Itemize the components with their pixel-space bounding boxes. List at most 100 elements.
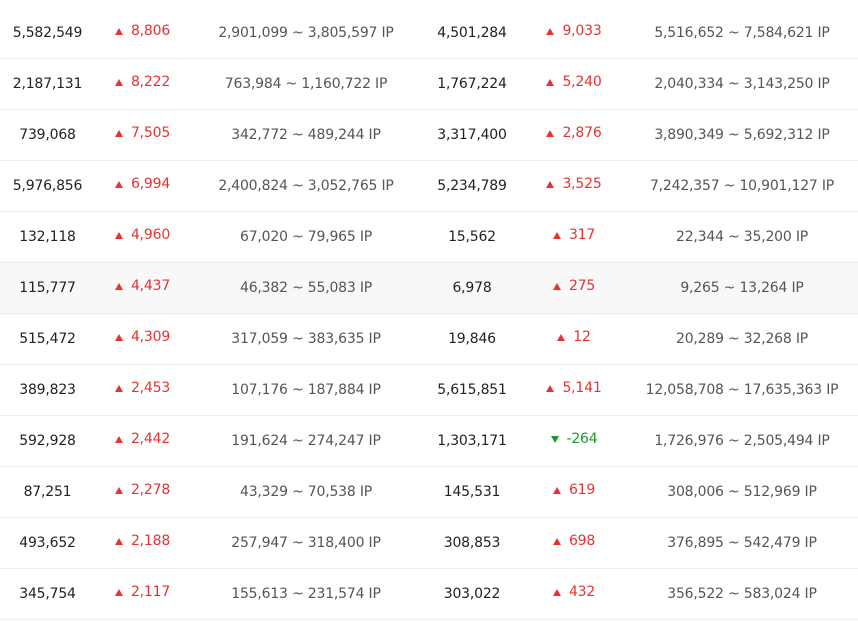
table-row[interactable]: 515,472 4,309 317,059 ~ 383,635 IP 19,846 12… [0,314,858,365]
triangle-up-icon [114,232,123,239]
value-a: 5,976,856 [12,178,83,194]
change-a-value: 4,437 [130,278,171,294]
range-a: 317,059 ~ 383,635 IP [231,331,381,347]
triangle-up-icon [557,334,566,341]
change-a-cell: 2,442 [95,416,190,466]
range-a: 107,176 ~ 187,884 IP [231,382,381,398]
change-a-value: 2,188 [130,533,171,549]
value-b: 4,501,284 [437,25,507,41]
change-a-value: 8,222 [130,74,171,90]
table-row[interactable]: 739,068 7,505 342,772 ~ 489,244 IP 3,317,40… [0,110,858,161]
change-b-value: 698 [568,533,596,549]
triangle-up-icon [546,28,555,35]
range-b: 3,890,349 ~ 5,692,312 IP [654,127,830,143]
range-b: 5,516,652 ~ 7,584,621 IP [654,25,830,41]
change-a-cell: 4,437 [95,263,190,313]
change-b-value: -264 [566,431,598,447]
value-a: 515,472 [19,331,76,347]
change-a-value: 2,442 [130,431,171,447]
change-b-value: 2,876 [562,125,602,141]
change-a: 8,222 [114,74,171,90]
change-a-cell: 6,994 [95,161,190,211]
change-b-value: 9,033 [562,23,602,39]
range-b: 308,006 ~ 512,969 IP [667,484,817,500]
change-b: 5,141 [546,380,602,396]
change-a: 2,117 [114,584,170,600]
change-a-cell: 2,188 [95,518,190,568]
range-a: 191,624 ~ 274,247 IP [231,433,381,449]
range-b: 9,265 ~ 13,264 IP [680,280,804,296]
change-b-cell: 5,141 [522,365,626,415]
change-a: 4,309 [114,329,171,345]
triangle-up-icon [114,385,123,392]
change-a-cell: 2,117 [95,569,190,619]
value-a: 2,187,131 [12,76,83,92]
change-a-value: 4,309 [130,329,171,345]
change-b: 432 [552,584,595,600]
triangle-down-icon [550,436,559,443]
table-row[interactable]: 115,777 4,437 46,382 ~ 55,083 IP 6,978 275 9,… [0,263,858,314]
value-b: 308,853 [443,535,501,551]
change-b-value: 5,141 [562,380,602,396]
change-a-cell: 8,222 [95,59,190,109]
triangle-up-icon [546,79,555,86]
table-row[interactable]: 132,118 4,960 67,020 ~ 79,965 IP 15,562 317 2… [0,212,858,263]
triangle-up-icon [546,385,555,392]
range-b: 7,242,357 ~ 10,901,127 IP [649,178,835,194]
triangle-up-icon [114,283,123,290]
change-a-value: 6,994 [130,176,171,192]
change-a: 4,437 [114,278,171,294]
table-row[interactable]: 493,652 2,188 257,947 ~ 318,400 IP 308,853 6… [0,518,858,569]
table-row[interactable]: 592,928 2,442 191,624 ~ 274,247 IP 1,303,17… [0,416,858,467]
triangle-up-icon [114,538,123,545]
change-a-value: 4,960 [130,227,171,243]
range-b: 376,895 ~ 542,479 IP [667,535,817,551]
table-row[interactable]: 2,187,131 8,222 763,984 ~ 1,160,722 IP 1,76… [0,59,858,110]
value-b: 3,317,400 [437,127,507,143]
range-a: 155,613 ~ 231,574 IP [231,586,381,602]
range-a: 2,901,099 ~ 3,805,597 IP [218,25,394,41]
table-row[interactable]: 389,823 2,453 107,176 ~ 187,884 IP 5,615,85… [0,365,858,416]
change-b-cell: 432 [522,569,626,619]
change-a: 2,453 [114,380,171,396]
ranking-table: 5,582,549 8,806 2,901,099 ~ 3,805,597 IP 4,… [0,0,858,621]
triangle-up-icon [546,181,555,188]
change-a-cell: 2,278 [95,467,190,517]
value-b: 15,562 [448,229,496,245]
change-b-value: 12 [573,329,591,345]
value-b: 1,767,224 [437,76,507,92]
change-a: 8,806 [114,23,171,39]
range-a: 342,772 ~ 489,244 IP [231,127,381,143]
triangle-up-icon [114,334,123,341]
table-row[interactable]: 5,976,856 6,994 2,400,824 ~ 3,052,765 IP 5,… [0,161,858,212]
change-b-cell: -264 [522,416,626,466]
change-a: 4,960 [114,227,171,243]
range-a: 67,020 ~ 79,965 IP [239,229,373,245]
change-a-value: 2,278 [130,482,171,498]
value-a: 592,928 [19,433,76,449]
triangle-up-icon [114,79,123,86]
range-b: 12,058,708 ~ 17,635,363 IP [645,382,839,398]
change-a-value: 2,453 [130,380,171,396]
triangle-up-icon [114,436,123,443]
change-b: 698 [552,533,596,549]
change-a: 6,994 [114,176,171,192]
triangle-up-icon [114,589,123,596]
table-row[interactable]: 5,582,549 8,806 2,901,099 ~ 3,805,597 IP 4,… [0,8,858,59]
change-a-cell: 7,505 [95,110,190,160]
change-b-value: 5,240 [562,74,602,90]
triangle-up-icon [552,232,561,239]
change-b: -264 [550,431,598,447]
table-row[interactable]: 87,251 2,278 43,329 ~ 70,538 IP 145,531 619 3… [0,467,858,518]
value-a: 389,823 [19,382,76,398]
value-b: 19,846 [448,331,496,347]
value-b: 5,234,789 [437,178,507,194]
change-b-value: 619 [568,482,596,498]
change-a-value: 8,806 [130,23,171,39]
range-a: 43,329 ~ 70,538 IP [239,484,373,500]
change-a-cell: 4,309 [95,314,190,364]
change-b-value: 317 [568,227,596,243]
change-b-cell: 275 [522,263,626,313]
table-row[interactable]: 345,754 2,117 155,613 ~ 231,574 IP 303,022 4… [0,569,858,620]
range-b: 356,522 ~ 583,024 IP [667,586,817,602]
